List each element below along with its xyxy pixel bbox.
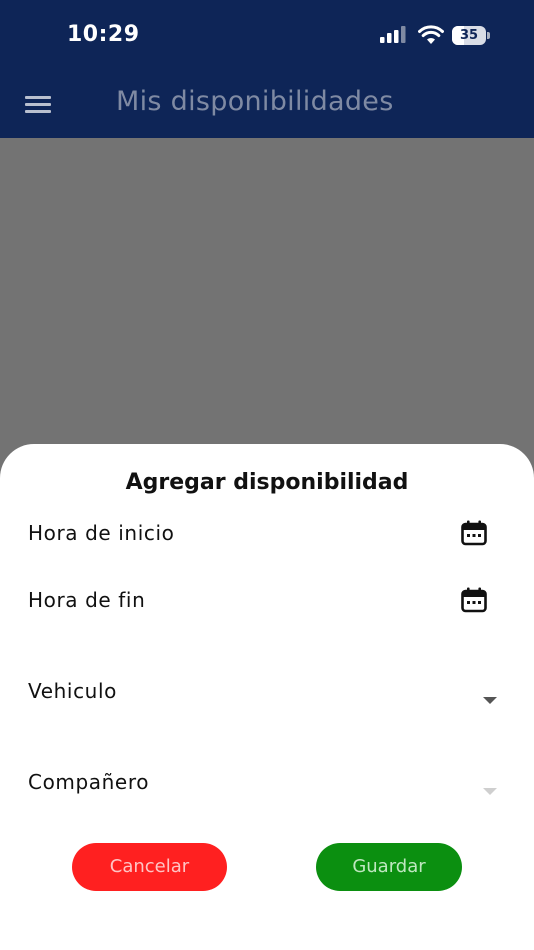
status-icons: 35	[380, 24, 492, 48]
modal-backdrop[interactable]	[0, 138, 534, 444]
battery-icon: 35	[452, 26, 490, 45]
end-time-label: Hora de fin	[28, 588, 146, 612]
hamburger-menu-icon[interactable]	[25, 96, 51, 114]
end-time-calendar-icon[interactable]	[460, 586, 488, 614]
wifi-icon	[418, 25, 444, 44]
cancel-button[interactable]: Cancelar	[72, 843, 227, 891]
app-bar: 10:29 35 Mis disponibilidades	[0, 0, 534, 138]
signal-icon	[380, 26, 406, 43]
start-time-label: Hora de inicio	[28, 521, 175, 545]
vehicle-label: Vehiculo	[28, 679, 117, 703]
page-title: Mis disponibilidades	[116, 86, 394, 117]
save-button[interactable]: Guardar	[316, 843, 462, 891]
vehicle-dropdown-arrow-icon[interactable]	[483, 697, 497, 704]
partner-dropdown-arrow-icon[interactable]	[483, 788, 497, 795]
sheet-title: Agregar disponibilidad	[125, 470, 409, 495]
status-time: 10:29	[67, 22, 140, 47]
start-time-calendar-icon[interactable]	[460, 519, 488, 547]
partner-label: Compañero	[28, 770, 150, 794]
battery-level: 35	[459, 28, 479, 43]
